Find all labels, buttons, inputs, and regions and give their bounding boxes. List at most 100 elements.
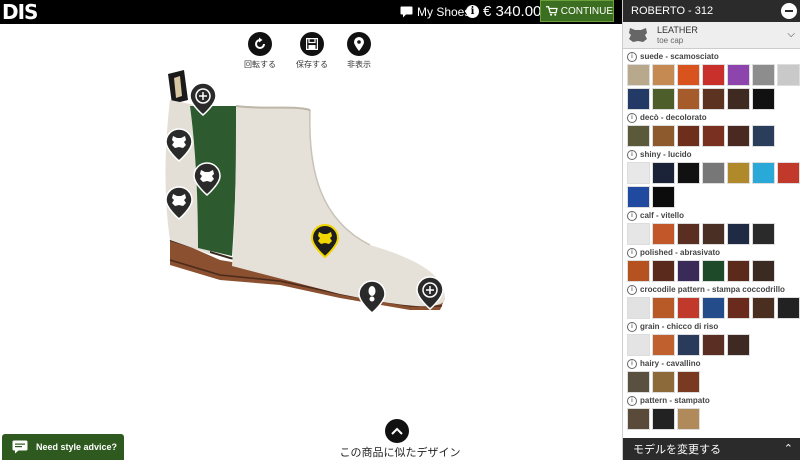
material-group-label: crocodile pattern - stampa coccodrillo — [640, 285, 785, 294]
color-swatch[interactable] — [702, 125, 725, 147]
info-icon[interactable]: i — [627, 51, 637, 62]
style-advice-label: Need style advice? — [36, 442, 118, 452]
color-swatch[interactable] — [702, 88, 725, 110]
info-icon[interactable]: i — [627, 247, 637, 258]
color-swatch[interactable] — [652, 223, 675, 245]
leather-pin-active-icon[interactable] — [311, 224, 339, 258]
color-swatch[interactable] — [752, 223, 775, 245]
material-group: i calf - vitello — [623, 208, 800, 245]
color-swatch[interactable] — [677, 408, 700, 430]
material-group-title: i calf - vitello — [627, 210, 800, 221]
color-swatch[interactable] — [652, 88, 675, 110]
color-swatch[interactable] — [752, 297, 775, 319]
sole-pin-icon[interactable] — [358, 280, 386, 314]
material-panel: ROBERTO - 312 LEATHER toe cap ⌵ i suede -… — [622, 0, 800, 460]
color-swatch[interactable] — [627, 408, 650, 430]
color-swatch[interactable] — [752, 125, 775, 147]
color-swatch[interactable] — [752, 162, 775, 184]
color-swatch[interactable] — [652, 297, 675, 319]
color-swatch[interactable] — [627, 223, 650, 245]
swatch-grid — [627, 260, 800, 282]
info-icon[interactable]: i — [627, 210, 637, 221]
swatch-grid — [627, 125, 800, 147]
color-swatch[interactable] — [677, 64, 700, 86]
leather-pin-icon[interactable] — [165, 128, 193, 162]
add-part-pin-icon[interactable] — [416, 276, 444, 310]
material-group-label: shiny - lucido — [640, 150, 692, 159]
color-swatch[interactable] — [777, 162, 800, 184]
similar-designs-label[interactable]: この商品に似たデザイン — [300, 444, 500, 460]
collapse-panel-button[interactable] — [781, 3, 797, 19]
style-advice-button[interactable]: Need style advice? — [2, 434, 124, 460]
color-swatch[interactable] — [652, 125, 675, 147]
color-swatch[interactable] — [727, 260, 750, 282]
color-swatch[interactable] — [702, 223, 725, 245]
color-swatch[interactable] — [752, 88, 775, 110]
info-icon[interactable]: i — [627, 284, 637, 295]
color-swatch[interactable] — [727, 334, 750, 356]
color-swatch[interactable] — [727, 162, 750, 184]
color-swatch[interactable] — [652, 408, 675, 430]
color-swatch[interactable] — [777, 64, 800, 86]
color-swatch[interactable] — [677, 125, 700, 147]
color-swatch[interactable] — [627, 334, 650, 356]
color-swatch[interactable] — [752, 64, 775, 86]
color-swatch[interactable] — [652, 162, 675, 184]
color-swatch[interactable] — [652, 64, 675, 86]
material-group: i shiny - lucido — [623, 147, 800, 208]
color-swatch[interactable] — [627, 125, 650, 147]
info-icon[interactable]: i — [627, 395, 637, 406]
material-list[interactable]: i suede - scamosciato i decò - decolorato i s… — [623, 49, 800, 439]
color-swatch[interactable] — [727, 223, 750, 245]
my-shoes-link[interactable]: My Shoes — [400, 3, 470, 21]
info-icon[interactable]: i — [627, 358, 637, 369]
color-swatch[interactable] — [777, 297, 800, 319]
info-icon[interactable]: i — [466, 5, 479, 18]
color-swatch[interactable] — [627, 371, 650, 393]
color-swatch[interactable] — [627, 64, 650, 86]
add-part-pin-icon[interactable] — [189, 82, 217, 116]
color-swatch[interactable] — [702, 64, 725, 86]
color-swatch[interactable] — [727, 297, 750, 319]
color-swatch[interactable] — [727, 88, 750, 110]
leather-pin-icon[interactable] — [193, 162, 221, 196]
color-swatch[interactable] — [677, 297, 700, 319]
similar-designs-toggle[interactable] — [385, 419, 409, 443]
swatch-grid — [627, 223, 800, 245]
color-swatch[interactable] — [677, 223, 700, 245]
material-group: i polished - abrasivato — [623, 245, 800, 282]
color-swatch[interactable] — [627, 260, 650, 282]
color-swatch[interactable] — [652, 260, 675, 282]
color-swatch[interactable] — [702, 260, 725, 282]
change-model-button[interactable]: モデルを変更する ⌃ — [623, 438, 800, 460]
color-swatch[interactable] — [677, 334, 700, 356]
top-bar: DIS My Shoes i € 340.00 CONTINUE — [0, 0, 622, 24]
color-swatch[interactable] — [652, 186, 675, 208]
color-swatch[interactable] — [752, 260, 775, 282]
panel-header: ROBERTO - 312 — [623, 0, 800, 22]
leather-pin-icon[interactable] — [165, 186, 193, 220]
color-swatch[interactable] — [677, 371, 700, 393]
part-selector[interactable]: LEATHER toe cap ⌵ — [623, 22, 800, 49]
color-swatch[interactable] — [652, 334, 675, 356]
color-swatch[interactable] — [627, 88, 650, 110]
color-swatch[interactable] — [627, 162, 650, 184]
color-swatch[interactable] — [677, 88, 700, 110]
info-icon[interactable]: i — [627, 149, 637, 160]
info-icon[interactable]: i — [627, 112, 637, 123]
color-swatch[interactable] — [702, 162, 725, 184]
color-swatch[interactable] — [652, 371, 675, 393]
color-swatch[interactable] — [677, 260, 700, 282]
logo[interactable]: DIS — [2, 1, 38, 23]
color-swatch[interactable] — [727, 125, 750, 147]
color-swatch[interactable] — [702, 334, 725, 356]
color-swatch[interactable] — [627, 186, 650, 208]
color-swatch[interactable] — [702, 297, 725, 319]
color-swatch[interactable] — [727, 64, 750, 86]
chat-icon — [400, 6, 413, 18]
color-swatch[interactable] — [627, 297, 650, 319]
part-material: LEATHER — [657, 25, 698, 35]
info-icon[interactable]: i — [627, 321, 637, 332]
color-swatch[interactable] — [677, 162, 700, 184]
continue-button[interactable]: CONTINUE — [540, 0, 614, 22]
